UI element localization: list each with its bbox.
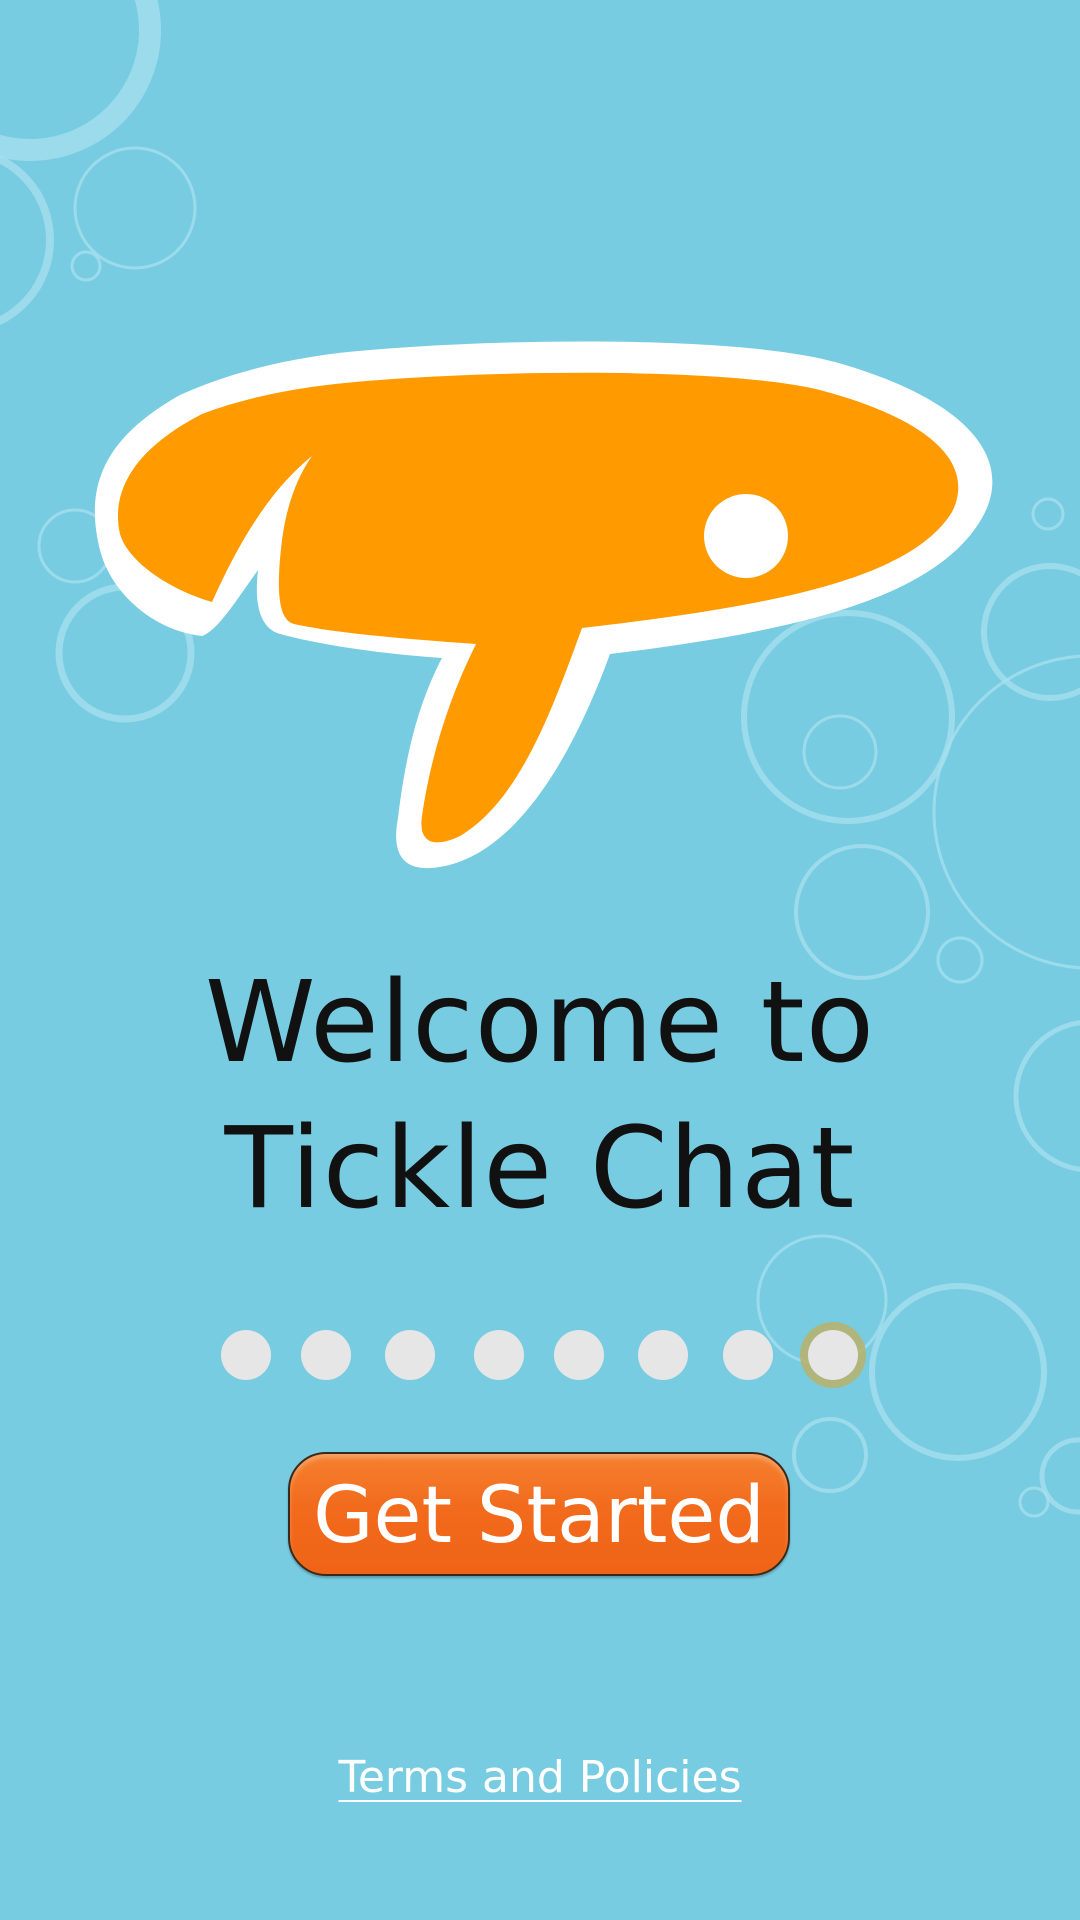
page-dot-1[interactable] (221, 1330, 271, 1380)
logo-eye (704, 494, 788, 578)
page-indicator (0, 1330, 1080, 1380)
welcome-title-line-2: Tickle Chat (224, 1104, 856, 1234)
bubble (0, 0, 161, 161)
page-dot-3[interactable] (385, 1330, 435, 1380)
page-dot-6[interactable] (638, 1330, 688, 1380)
bubble (0, 154, 54, 326)
get-started-button[interactable]: Get Started (288, 1452, 790, 1576)
terms-and-policies-link[interactable]: Terms and Policies (338, 1752, 741, 1803)
bubble (1031, 497, 1065, 531)
bubble (1018, 1486, 1050, 1518)
welcome-screen: Welcome to Tickle Chat Get Started Terms… (0, 0, 1080, 1920)
tickle-chat-bubble-icon (94, 341, 993, 869)
bubble (792, 1417, 868, 1493)
page-dot-4[interactable] (474, 1330, 524, 1380)
bubble (70, 250, 102, 282)
page-dot-2[interactable] (301, 1330, 351, 1380)
page-dot-7[interactable] (723, 1330, 773, 1380)
page-dot-5[interactable] (554, 1330, 604, 1380)
welcome-title-line-1: Welcome to (204, 958, 876, 1088)
bubble (73, 146, 197, 270)
page-dot-8-active[interactable] (808, 1330, 858, 1380)
terms-container: Terms and Policies (0, 1752, 1080, 1803)
welcome-title: Welcome to Tickle Chat (0, 950, 1080, 1242)
